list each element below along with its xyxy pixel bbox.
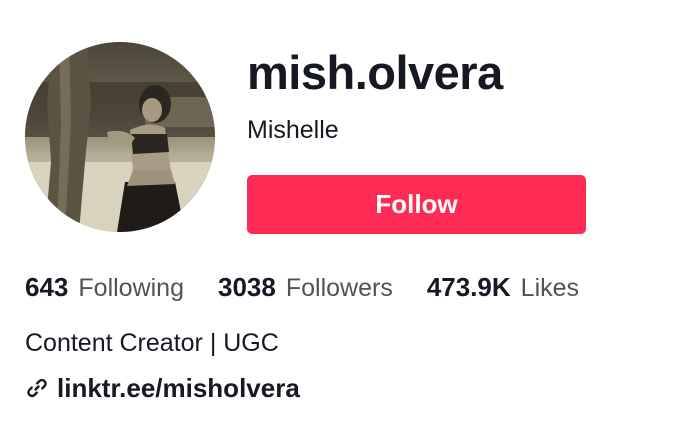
followers-count: 3038 [218,272,276,302]
stat-followers[interactable]: 3038 Followers [218,272,393,303]
stat-following[interactable]: 643 Following [25,272,184,303]
avatar[interactable] [25,42,215,232]
username: mish.olvera [247,46,503,99]
likes-count: 473.9K [426,272,511,302]
following-count: 643 [25,272,69,302]
bio-link[interactable]: linktr.ee/misholvera [57,373,300,404]
avatar-image [25,42,215,232]
bio-text: Content Creator | UGC [25,329,279,357]
follow-button[interactable]: Follow [247,175,586,234]
profile-header: mish.olvera Mishelle Follow [0,0,688,240]
bio-link-row: linktr.ee/misholvera [25,370,300,406]
followers-label: Followers [285,274,393,302]
display-name: Mishelle [247,116,339,144]
stats-row: 643 Following 3038 Followers 473.9K Like… [25,272,579,312]
following-label: Following [78,274,184,302]
stat-likes: 473.9K Likes [427,272,579,303]
likes-label: Likes [520,274,580,302]
link-icon [25,376,49,400]
